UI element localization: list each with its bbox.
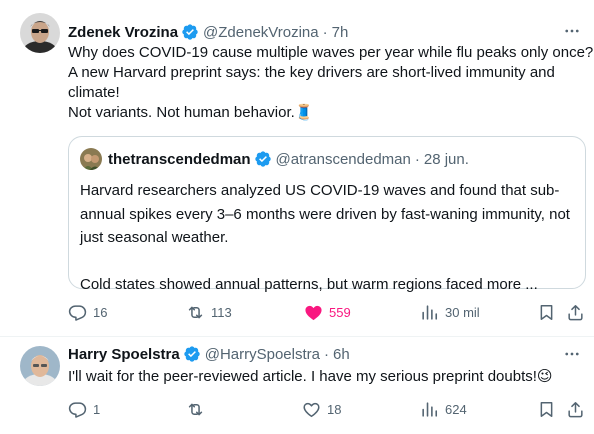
repost-icon: [188, 403, 203, 415]
views-button[interactable]: 624: [420, 398, 467, 420]
quoted-tweet[interactable]: thetranscendedman @atranscendedman · 28 …: [68, 136, 586, 293]
repost-icon: [188, 306, 203, 318]
timestamp[interactable]: 7h: [332, 24, 349, 41]
quoted-text-line: just seasonal weather.: [80, 229, 229, 246]
like-count: 18: [327, 401, 342, 417]
views-icon: [422, 401, 438, 417]
tweet-header: Harry Spoelstra @HarrySpoelstra · 6h: [68, 344, 350, 364]
reply-button[interactable]: 1: [68, 398, 100, 420]
bookmark-button[interactable]: [537, 398, 556, 420]
reply-button[interactable]: 16: [68, 301, 107, 323]
separator: ·: [323, 345, 329, 363]
timestamp[interactable]: 6h: [333, 346, 350, 363]
repost-button[interactable]: 113: [186, 301, 232, 323]
quoted-text-line: Harvard researchers analyzed US COVID-19…: [80, 182, 560, 199]
tweet-text: I'll wait for the peer-reviewed article.…: [68, 367, 584, 387]
reply-count: 16: [93, 304, 108, 320]
repost-count: 113: [211, 304, 232, 320]
author-handle[interactable]: @HarrySpoelstra: [205, 346, 320, 363]
bookmark-icon: [540, 304, 553, 320]
share-icon: [568, 401, 583, 417]
quoted-text: Harvard researchers analyzed US COVID-19…: [80, 179, 576, 297]
quoted-text-line: [80, 250, 576, 274]
avatar[interactable]: [20, 13, 60, 53]
tweet[interactable]: Harry Spoelstra @HarrySpoelstra · 6h I'l…: [0, 336, 594, 434]
views-icon: [422, 304, 438, 320]
quoted-date[interactable]: 28 jun.: [424, 151, 469, 168]
quoted-avatar[interactable]: [80, 148, 102, 170]
views-button[interactable]: 30 mil: [420, 301, 480, 323]
reply-icon: [68, 401, 87, 418]
like-icon: [303, 402, 320, 417]
author-name[interactable]: Zdenek Vrozina: [68, 24, 178, 41]
view-count: 30 mil: [445, 304, 480, 320]
tweet-text-line: Not variants. Not human behavior.🧵: [68, 104, 314, 121]
tweet-text: Why does COVID-19 cause multiple waves p…: [68, 43, 594, 123]
like-icon: [305, 305, 322, 320]
share-icon: [568, 304, 583, 320]
share-button[interactable]: [566, 398, 585, 420]
avatar[interactable]: [20, 346, 60, 386]
bookmark-icon: [540, 401, 553, 417]
more-icon[interactable]: [562, 21, 582, 41]
separator: ·: [322, 23, 328, 41]
verified-icon: [254, 150, 272, 168]
quoted-text-line: Cold states showed annual patterns, but …: [80, 276, 538, 293]
reply-count: 1: [93, 401, 101, 417]
author-handle[interactable]: @ZdenekVrozina: [203, 24, 319, 41]
bookmark-button[interactable]: [537, 301, 556, 323]
quoted-header: thetranscendedman @atranscendedman · 28 …: [108, 148, 469, 170]
action-bar: 16 113 559 30 mil: [68, 301, 588, 323]
view-count: 624: [445, 401, 467, 417]
like-button[interactable]: 18: [302, 398, 341, 420]
share-button[interactable]: [566, 301, 585, 323]
separator: ·: [414, 150, 420, 168]
action-bar: 1 18 624: [68, 398, 588, 420]
tweet-text-line: climate!: [68, 84, 120, 101]
quoted-text-line: annual spikes every 3–6 months were driv…: [80, 205, 570, 223]
verified-icon: [181, 23, 199, 41]
quoted-author-name[interactable]: thetranscendedman: [108, 151, 251, 168]
tweet-text-line: A new Harvard preprint says: the key dri…: [68, 64, 555, 81]
tweet-header: Zdenek Vrozina @ZdenekVrozina · 7h: [68, 22, 348, 42]
tweet-text-line: I'll wait for the peer-reviewed article.…: [68, 368, 553, 385]
like-count: 559: [329, 304, 351, 320]
reply-icon: [68, 304, 87, 321]
tweet[interactable]: Zdenek Vrozina @ZdenekVrozina · 7h Why d…: [0, 0, 594, 336]
like-button[interactable]: 559: [304, 301, 351, 323]
verified-icon: [183, 345, 201, 363]
quoted-author-handle[interactable]: @atranscendedman: [276, 151, 411, 168]
repost-button[interactable]: [186, 398, 211, 420]
author-name[interactable]: Harry Spoelstra: [68, 346, 180, 363]
more-icon[interactable]: [562, 344, 582, 364]
tweet-text-line: Why does COVID-19 cause multiple waves p…: [68, 44, 594, 61]
